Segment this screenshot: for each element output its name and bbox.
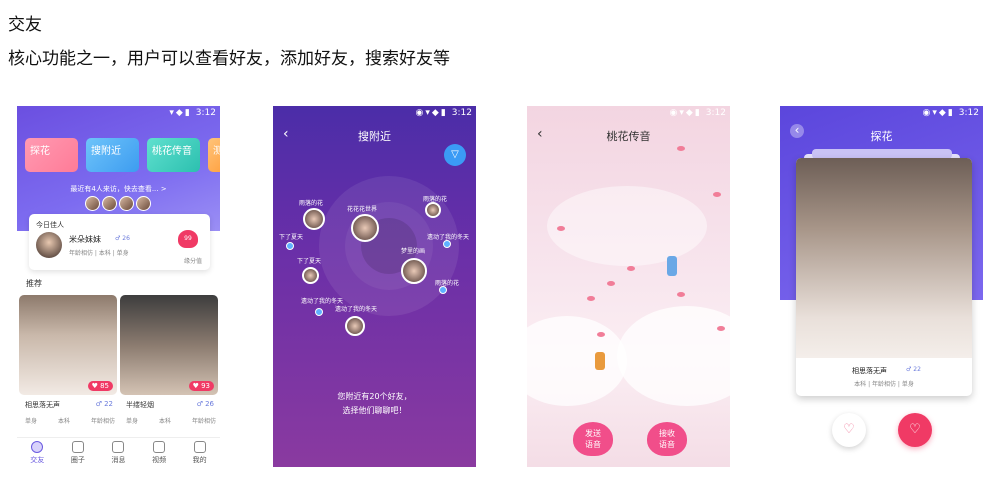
profile-photo <box>796 158 972 358</box>
screen-title: 桃花传音 <box>606 130 651 143</box>
user-icon <box>193 441 206 453</box>
page-description: 核心功能之一，用户可以查看好友，添加好友，搜索好友等 <box>8 49 450 69</box>
card-voice[interactable]: 桃花传音 <box>147 138 200 172</box>
user-pin[interactable] <box>425 202 441 218</box>
status-bar: ◉▾◆▮ 3:12 <box>669 108 726 118</box>
user-name: 雨落的花 <box>299 200 324 207</box>
avatar <box>136 196 151 211</box>
user-dot[interactable] <box>439 286 447 294</box>
circle-icon <box>71 441 84 453</box>
user-dot[interactable] <box>443 240 451 248</box>
receive-voice-button[interactable]: 接收 语音 <box>647 422 687 456</box>
today-best-card[interactable]: 今日佳人 米朵妹妹 ♂ 26 年龄相仿 | 本科 | 单身 99 缘分值 <box>29 214 210 270</box>
tab-friends[interactable]: 交友 <box>17 438 58 467</box>
status-bar: ▾◆▮ 3:12 <box>169 108 216 118</box>
score-label: 缘分值 <box>183 258 202 265</box>
screen-title: 搜附近 <box>358 130 391 143</box>
user-pin[interactable] <box>302 267 319 284</box>
recommend-photo[interactable]: ♥ 93 <box>120 295 218 395</box>
phone-friends-home: ▾◆▮ 3:12 探花 搜附近 桃花传音 测 最近有4人来访，快去查看... > … <box>17 106 220 467</box>
status-bar: ◉▾◆▮ 3:12 <box>922 108 979 118</box>
tab-video[interactable]: 视频 <box>139 438 180 467</box>
card-test[interactable]: 测 <box>208 138 220 172</box>
avatar <box>85 196 100 211</box>
avatar <box>36 232 62 258</box>
today-tags: 年龄相仿 | 本科 | 单身 <box>69 250 129 257</box>
like-count: ♂ 22 <box>906 366 921 373</box>
friends-icon <box>31 441 44 453</box>
today-title: 今日佳人 <box>36 221 64 229</box>
phone-voice: ◉▾◆▮ 3:12 ‹ 桃花传音 发送 语音 接收 语音 <box>527 106 730 467</box>
broken-heart-icon[interactable]: ♡ <box>832 413 866 447</box>
send-voice-button[interactable]: 发送 语音 <box>573 422 613 456</box>
visitors-text[interactable]: 最近有4人来访，快去查看... > <box>17 184 220 194</box>
heart-badge: ♥ 93 <box>188 381 214 391</box>
user-pin[interactable] <box>351 214 379 242</box>
user-dot[interactable] <box>286 242 294 250</box>
user-pin[interactable] <box>401 258 427 284</box>
figure-boy <box>667 256 677 276</box>
figure-girl <box>595 352 605 370</box>
avatar <box>102 196 117 211</box>
video-icon <box>153 441 166 453</box>
tab-bar: 交友 圈子 消息 视频 我的 <box>17 437 220 467</box>
card-nearby[interactable]: 搜附近 <box>86 138 139 172</box>
visitor-avatars[interactable] <box>85 196 151 211</box>
user-name: 遗动了我的冬天 <box>335 306 378 313</box>
user-name: 雨落的花 <box>435 280 460 287</box>
avatar <box>119 196 134 211</box>
heart-badge: ♥ 85 <box>87 381 113 391</box>
status-bar: ◉▾◆▮ 3:12 <box>415 108 472 118</box>
like-count: ♂ 26 <box>115 235 130 242</box>
filter-icon[interactable]: ▽ <box>444 144 466 166</box>
layers-icon <box>112 441 125 453</box>
user-name: 下了夏天 <box>297 258 322 265</box>
tab-me[interactable]: 我的 <box>179 438 220 467</box>
recommend-label: 推荐 <box>26 279 42 288</box>
nearby-message: 您附近有20个好友， 选择他们聊聊吧！ <box>337 392 412 415</box>
user-name: 下了夏天 <box>279 234 304 241</box>
profile-name: 相思落无声 <box>852 367 887 375</box>
phone-tanhua: ◉▾◆▮ 3:12 ‹ 探花 相思落无声 ♂ 22 本科 | 年龄相仿 | 单身 … <box>780 106 983 467</box>
heart-icon[interactable]: ♡ <box>898 413 932 447</box>
user-name: 梦里的画 <box>401 248 426 255</box>
tab-circle[interactable]: 圈子 <box>58 438 99 467</box>
tab-messages[interactable]: 消息 <box>98 438 139 467</box>
profile-card[interactable]: 相思落无声 ♂ 22 本科 | 年龄相仿 | 单身 <box>796 158 972 396</box>
profile-tags: 本科 | 年龄相仿 | 单身 <box>854 381 914 388</box>
user-pin[interactable] <box>303 208 325 230</box>
recommend-photo[interactable]: ♥ 85 <box>19 295 117 395</box>
user-name: 花花花世界 <box>347 206 378 213</box>
heart-icon: 99 <box>178 230 198 248</box>
page-title: 交友 <box>8 15 42 35</box>
phone-nearby: ◉▾◆▮ 3:12 ‹ 搜附近 ▽ 雨落的花 花花花世界 雨落的花 下了夏天 遗动… <box>273 106 476 467</box>
card-tanhua[interactable]: 探花 <box>25 138 78 172</box>
today-name: 米朵妹妹 <box>69 235 101 244</box>
user-pin[interactable] <box>345 316 365 336</box>
screen-title: 探花 <box>870 130 893 143</box>
user-dot[interactable] <box>315 308 323 316</box>
